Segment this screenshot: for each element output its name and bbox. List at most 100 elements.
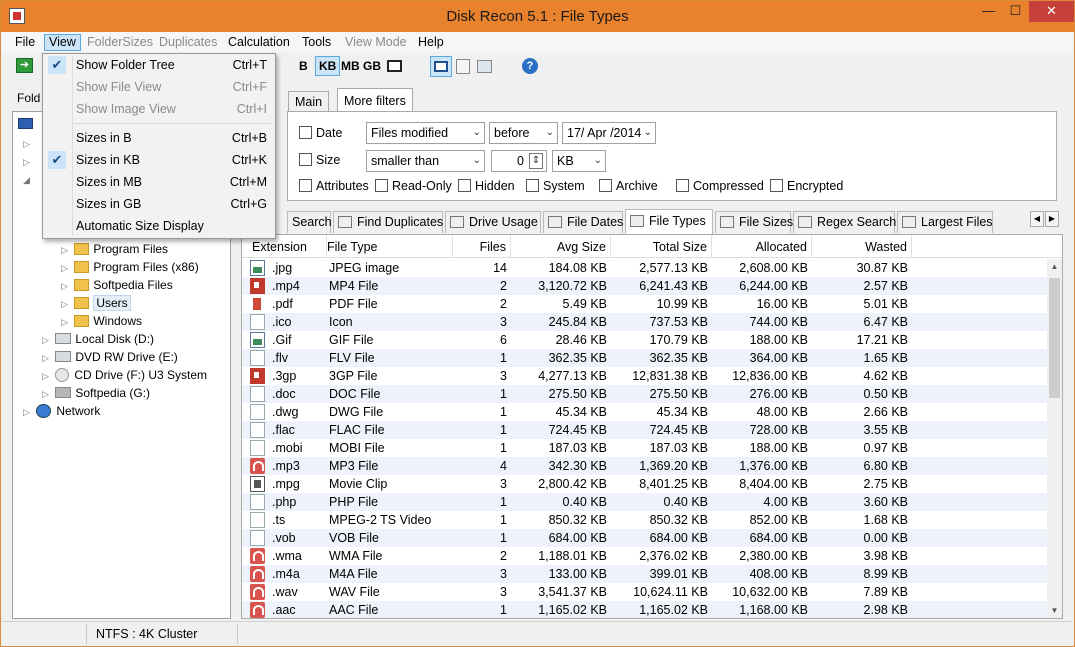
menu-calculation[interactable]: Calculation (224, 34, 294, 51)
table-row[interactable]: .wav WAV File 3 3,541.37 KB 10,624.11 KB 10,6… (242, 583, 1048, 601)
date-picker[interactable]: 17/ Apr /2014 ⌄ (562, 122, 656, 144)
tree-item-local-disk-d[interactable]: ▷ Local Disk (D:) (42, 330, 154, 348)
close-button[interactable]: ✕ (1029, 1, 1074, 22)
menu-view-mode[interactable]: View Mode (341, 34, 411, 51)
menu-item-show-image-view[interactable]: Show Image View Ctrl+I (43, 98, 275, 120)
scroll-up-icon[interactable]: ▲ (1047, 259, 1062, 275)
unit-gb-button[interactable]: GB (363, 56, 381, 76)
encrypted-checkbox[interactable]: Encrypted (770, 176, 843, 196)
attributes-checkbox[interactable]: Attributes (299, 176, 369, 196)
tree-item-windows[interactable]: ▷ Windows (61, 312, 142, 330)
menu-item-sizes-in-mb[interactable]: Sizes in MB Ctrl+M (43, 171, 275, 193)
menu-help[interactable]: Help (414, 34, 448, 51)
menu-view[interactable]: View (44, 34, 81, 51)
readonly-checkbox[interactable]: Read-Only (375, 176, 452, 196)
table-row[interactable]: .flac FLAC File 1 724.45 KB 724.45 KB 728.00 … (242, 421, 1048, 439)
col-files[interactable]: Files (453, 235, 511, 258)
tab-more-filters[interactable]: More filters (337, 88, 413, 113)
size-filter-checkbox[interactable]: Size (299, 150, 340, 170)
tree-item-softpedia-g[interactable]: ▷ Softpedia (G:) (42, 384, 150, 402)
col-file-type[interactable]: File Type (323, 235, 453, 258)
system-checkbox[interactable]: System (526, 176, 585, 196)
menu-item-sizes-in-gb[interactable]: Sizes in GB Ctrl+G (43, 193, 275, 215)
table-row[interactable]: .jpg JPEG image 14 184.08 KB 2,577.13 KB 2,60… (242, 259, 1048, 277)
tab-regex-search[interactable]: Regex Search (793, 211, 896, 233)
col-total-size[interactable]: Total Size (611, 235, 712, 258)
unit-mb-button[interactable]: MB (341, 56, 360, 76)
menu-tools[interactable]: Tools (298, 34, 335, 51)
list-view-icon[interactable] (387, 60, 402, 72)
folder-tree-toggle[interactable] (430, 56, 452, 77)
tab-file-types[interactable]: File Types (625, 209, 713, 234)
tree-expanded-node[interactable]: ◢ (23, 170, 33, 188)
tree-item-dvd-drive-e[interactable]: ▷ DVD RW Drive (E:) (42, 348, 178, 366)
date-field-select[interactable]: Files modified ⌄ (366, 122, 485, 144)
table-row[interactable]: .wma WMA File 2 1,188.01 KB 2,376.02 KB 2,380… (242, 547, 1048, 565)
help-icon[interactable]: ? (522, 58, 538, 74)
tree-item-cd-drive-f[interactable]: ▷ CD Drive (F:) U3 System (42, 366, 207, 384)
col-avg-size[interactable]: Avg Size (511, 235, 611, 258)
tree-item-users[interactable]: ▷ Users (61, 294, 131, 312)
table-row[interactable]: .mobi MOBI File 1 187.03 KB 187.03 KB 188.00 … (242, 439, 1048, 457)
tab-search[interactable]: Search (287, 211, 332, 233)
menu-file[interactable]: File (11, 34, 39, 51)
unit-kb-button[interactable]: KB (315, 56, 341, 76)
table-row[interactable]: .pdf PDF File 2 5.49 KB 10.99 KB 16.00 KB 5.01… (242, 295, 1048, 313)
table-row[interactable]: .aac AAC File 1 1,165.02 KB 1,165.02 KB 1,168… (242, 601, 1048, 618)
grid-scrollbar[interactable]: ▲ ▼ (1047, 259, 1062, 618)
tree-item-softpedia-files[interactable]: ▷ Softpedia Files (61, 276, 173, 294)
size-value-stepper[interactable]: 0 ⇕ (491, 150, 547, 172)
tab-scroll-right-icon[interactable]: ▶ (1045, 211, 1059, 227)
table-row[interactable]: .mp4 MP4 File 2 3,120.72 KB 6,241.43 KB 6,244… (242, 277, 1048, 295)
image-view-icon[interactable] (477, 60, 492, 73)
col-wasted[interactable]: Wasted (812, 235, 912, 258)
go-arrow-icon[interactable]: ➔ (16, 58, 33, 73)
table-row[interactable]: .ico Icon 3 245.84 KB 737.53 KB 744.00 KB 6.47… (242, 313, 1048, 331)
tree-collapsed-node[interactable]: ▷ (23, 152, 33, 170)
table-row[interactable]: .mpg Movie Clip 3 2,800.42 KB 8,401.25 KB 8,4… (242, 475, 1048, 493)
table-row[interactable]: .vob VOB File 1 684.00 KB 684.00 KB 684.00 KB… (242, 529, 1048, 547)
tab-file-dates[interactable]: File Dates (543, 211, 623, 233)
size-unit-select[interactable]: KB ⌄ (552, 150, 606, 172)
menu-item-sizes-in-b[interactable]: Sizes in B Ctrl+B (43, 127, 275, 149)
table-row[interactable]: .php PHP File 1 0.40 KB 0.40 KB 4.00 KB 3.60 K… (242, 493, 1048, 511)
maximize-button[interactable]: ☐ (1002, 1, 1029, 22)
menu-foldersizes[interactable]: FolderSizes (83, 34, 157, 51)
hidden-checkbox[interactable]: Hidden (458, 176, 515, 196)
tab-main[interactable]: Main (288, 91, 330, 113)
menu-duplicates[interactable]: Duplicates (155, 34, 221, 51)
menu-item-automatic-size-display[interactable]: Automatic Size Display (43, 215, 275, 237)
menu-item-show-file-view[interactable]: Show File View Ctrl+F (43, 76, 275, 98)
menu-item-show-folder-tree[interactable]: ✔ Show Folder Tree Ctrl+T (43, 54, 275, 76)
date-filter-checkbox[interactable]: Date (299, 123, 342, 143)
minimize-button[interactable]: — (975, 1, 1002, 22)
table-row[interactable]: .flv FLV File 1 362.35 KB 362.35 KB 364.00 KB… (242, 349, 1048, 367)
compressed-checkbox[interactable]: Compressed (676, 176, 764, 196)
tree-item-program-files[interactable]: ▷ Program Files (61, 240, 168, 258)
tab-find-duplicates[interactable]: Find Duplicates (333, 211, 443, 233)
table-row[interactable]: .doc DOC File 1 275.50 KB 275.50 KB 276.00 KB… (242, 385, 1048, 403)
unit-b-button[interactable]: B (299, 56, 308, 76)
tab-drive-usage[interactable]: Drive Usage (445, 211, 541, 233)
tree-item-program-files-x86[interactable]: ▷ Program Files (x86) (61, 258, 199, 276)
menu-item-sizes-in-kb[interactable]: ✔ Sizes in KB Ctrl+K (43, 149, 275, 171)
tab-file-sizes[interactable]: File Sizes (715, 211, 793, 233)
col-allocated[interactable]: Allocated (712, 235, 812, 258)
date-operator-select[interactable]: before ⌄ (489, 122, 558, 144)
archive-checkbox[interactable]: Archive (599, 176, 658, 196)
tree-item-network[interactable]: ▷ Network (23, 402, 100, 420)
table-row[interactable]: .mp3 MP3 File 4 342.30 KB 1,369.20 KB 1,376.0… (242, 457, 1048, 475)
table-row[interactable]: .dwg DWG File 1 45.34 KB 45.34 KB 48.00 KB 2.6… (242, 403, 1048, 421)
table-row[interactable]: .ts MPEG-2 TS Video 1 850.32 KB 850.32 KB 852… (242, 511, 1048, 529)
table-row[interactable]: .3gp 3GP File 3 4,277.13 KB 12,831.38 KB 12,8… (242, 367, 1048, 385)
tab-largest-files[interactable]: Largest Files (897, 211, 993, 233)
table-row[interactable]: .Gif GIF File 6 28.46 KB 170.79 KB 188.00 KB 1… (242, 331, 1048, 349)
file-view-icon[interactable] (456, 59, 470, 74)
table-row[interactable]: .m4a M4A File 3 133.00 KB 399.01 KB 408.00 KB… (242, 565, 1048, 583)
tree-collapsed-node[interactable]: ▷ (23, 134, 33, 152)
size-operator-select[interactable]: smaller than ⌄ (366, 150, 485, 172)
tab-scroll-left-icon[interactable]: ◀ (1030, 211, 1044, 227)
spinner-arrows-icon[interactable]: ⇕ (529, 153, 543, 169)
scroll-down-icon[interactable]: ▼ (1047, 603, 1062, 618)
scroll-thumb[interactable] (1049, 278, 1060, 398)
